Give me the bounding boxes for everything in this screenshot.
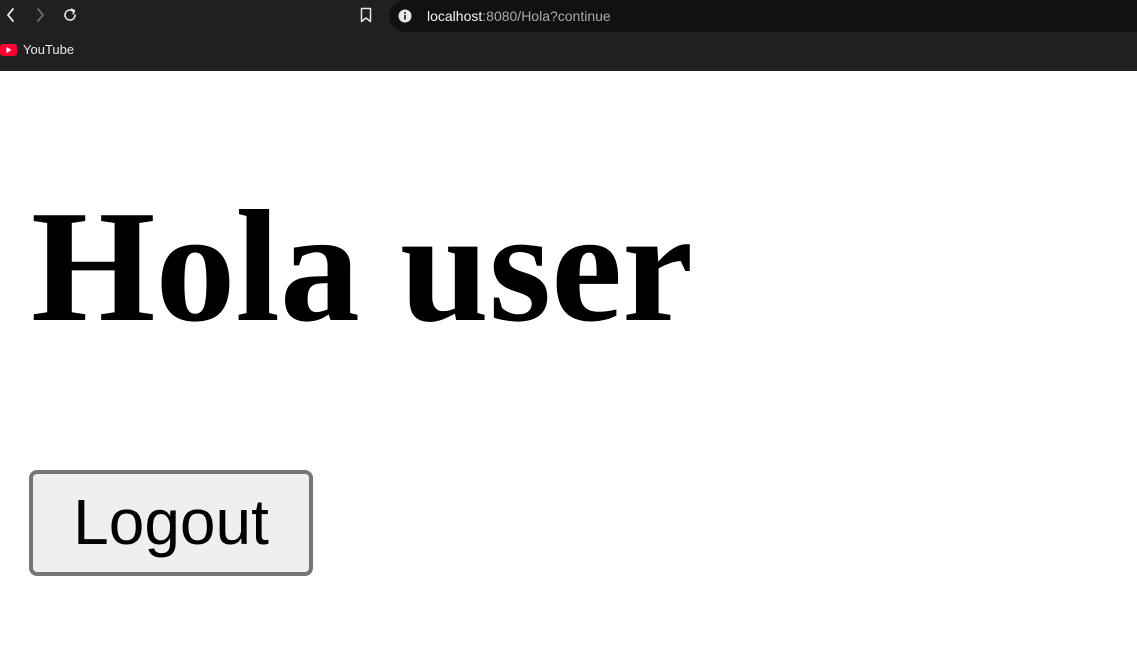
youtube-icon [0, 44, 17, 56]
reload-icon [64, 8, 76, 21]
bookmark-page-button[interactable] [355, 4, 377, 26]
info-icon [398, 9, 412, 23]
site-info-button[interactable] [397, 8, 413, 24]
browser-toolbar: localhost:8080/Hola?continue [0, 0, 1137, 33]
bookmark-label: YouTube [23, 42, 75, 57]
bookmark-youtube[interactable]: YouTube [0, 40, 74, 60]
logout-button[interactable]: Logout [29, 470, 313, 576]
chevron-right-icon [37, 8, 44, 22]
url-host: localhost [427, 8, 483, 24]
bookmark-icon [360, 7, 372, 23]
browser-chrome: localhost:8080/Hola?continue YouTube [0, 0, 1137, 71]
forward-button[interactable] [29, 4, 51, 26]
chevron-left-icon [7, 8, 14, 22]
address-bar[interactable]: localhost:8080/Hola?continue [389, 0, 1137, 32]
back-button[interactable] [0, 4, 22, 26]
page-content: Hola user Logout [0, 71, 1137, 659]
reload-button[interactable] [59, 4, 81, 26]
bookmarks-bar: YouTube [0, 40, 1137, 60]
url-path: :8080/Hola?continue [482, 8, 611, 24]
page-title: Hola user [31, 177, 694, 355]
url-text[interactable]: localhost:8080/Hola?continue [427, 8, 611, 24]
